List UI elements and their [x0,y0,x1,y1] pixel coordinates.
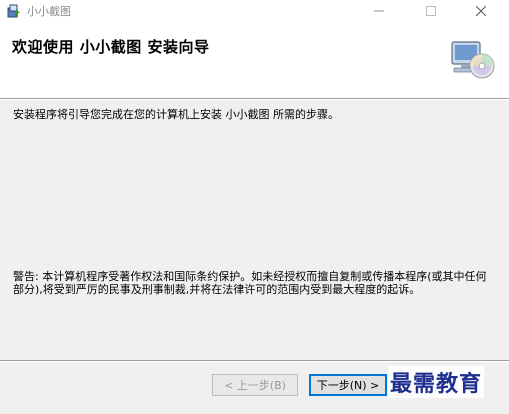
window-title: 小小截图 [27,5,71,18]
installer-window: 小小截图 欢迎使用 小小截图 安装向导 安装程序将引导您完成在您的计算机上安装 … [0,0,509,414]
minimize-button[interactable] [356,0,402,22]
wizard-header: 欢迎使用 小小截图 安装向导 [0,22,509,98]
installer-app-icon [7,4,20,18]
title-bar: 小小截图 [0,0,509,22]
maximize-icon [426,6,436,16]
minimize-icon [374,10,384,12]
copyright-warning: 警告: 本计算机程序受著作权法和国际条约保护。如未经授权而擅自复制或传播本程序(… [13,270,487,296]
close-button[interactable] [458,0,504,22]
maximize-button[interactable] [408,0,454,22]
watermark-text: 最需教育 [388,366,485,398]
intro-text: 安装程序将引导您完成在您的计算机上安装 小小截图 所需的步骤。 [13,108,339,121]
next-button[interactable]: 下一步(N) > [309,374,387,396]
wizard-title: 欢迎使用 小小截图 安装向导 [12,38,210,56]
computer-cd-icon [451,41,495,79]
back-button[interactable]: < 上一步(B) [212,374,298,396]
close-icon [476,6,486,16]
